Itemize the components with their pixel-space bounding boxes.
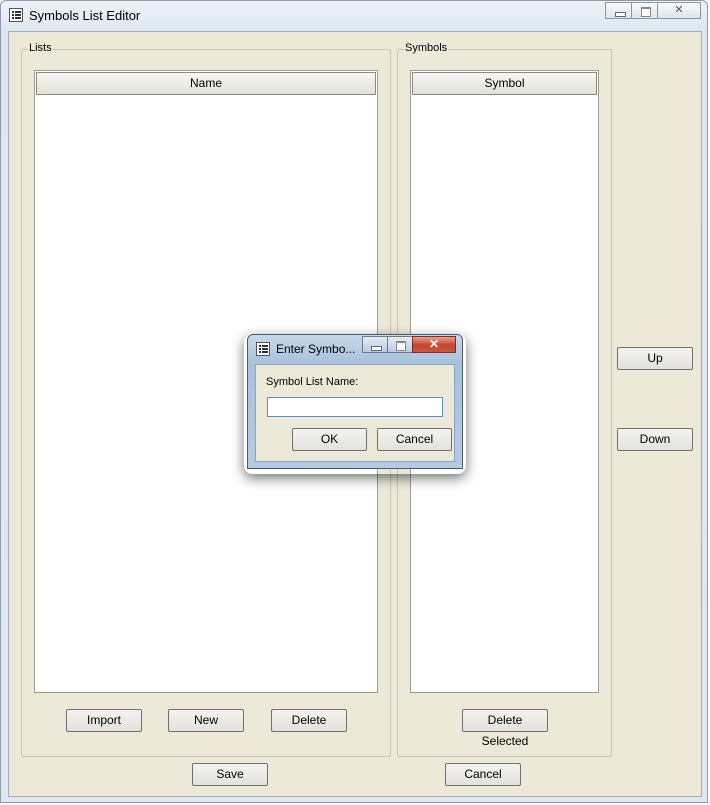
symbol-column-header[interactable]: Symbol <box>412 72 597 95</box>
list-app-icon <box>256 342 270 356</box>
close-icon: ✕ <box>428 337 440 351</box>
delete-selected-button[interactable]: Delete Selected <box>462 709 548 748</box>
enter-symbol-list-dialog: Enter Symbo... ✕ Symbol List Name: OK Ca… <box>247 334 463 469</box>
dialog-title: Enter Symbo... <box>276 342 356 356</box>
up-button[interactable]: Up <box>617 347 693 370</box>
lists-group-title: Lists <box>28 42 53 54</box>
down-button[interactable]: Down <box>617 428 693 451</box>
dialog-cancel-button[interactable]: Cancel <box>377 428 452 451</box>
dialog-maximize-button[interactable] <box>387 336 413 353</box>
save-button[interactable]: Save <box>192 763 268 786</box>
delete-button[interactable]: Delete <box>271 709 347 732</box>
dialog-minimize-button[interactable] <box>362 336 388 353</box>
symbol-list-name-label: Symbol List Name: <box>266 376 359 388</box>
cancel-button[interactable]: Cancel <box>445 763 521 786</box>
close-button[interactable]: ✕ <box>657 2 701 19</box>
dialog-close-button[interactable]: ✕ <box>412 336 456 353</box>
import-button[interactable]: Import <box>66 709 142 732</box>
name-column-header[interactable]: Name <box>36 72 376 95</box>
new-button[interactable]: New <box>168 709 244 732</box>
minimize-icon <box>606 3 631 18</box>
close-icon: ✕ <box>674 4 684 16</box>
window-controls: ✕ <box>605 2 701 19</box>
dialog-client-area: Symbol List Name: OK Cancel <box>255 364 455 462</box>
title-bar[interactable]: Symbols List Editor ✕ <box>1 1 707 31</box>
minimize-button[interactable] <box>605 2 632 19</box>
maximize-button[interactable] <box>631 2 658 19</box>
symbols-group-title: Symbols <box>404 42 449 54</box>
symbol-list-name-input[interactable] <box>267 397 443 417</box>
maximize-icon <box>632 3 657 18</box>
dialog-window-controls: ✕ <box>362 336 456 353</box>
window-title: Symbols List Editor <box>29 8 141 23</box>
list-app-icon <box>9 8 23 22</box>
ok-button[interactable]: OK <box>292 428 367 451</box>
